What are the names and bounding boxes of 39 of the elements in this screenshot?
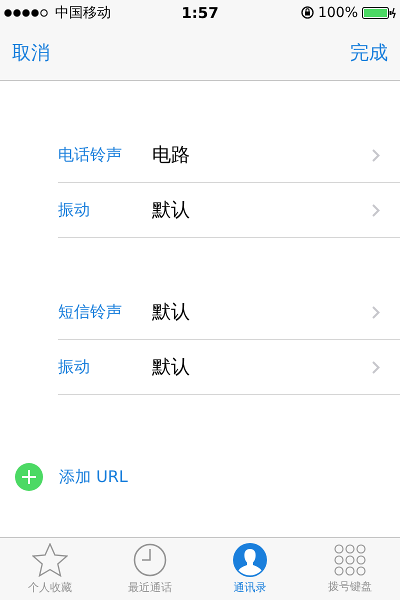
done-button[interactable]: 完成 — [348, 38, 390, 68]
signal-icon — [4, 8, 50, 16]
row-value: 电路 — [152, 143, 191, 168]
clock-icon — [133, 543, 167, 577]
row-value: 默认 — [152, 198, 191, 223]
settings-row[interactable]: 振动 默认 — [58, 183, 400, 238]
tab-label: 个人收藏 — [28, 580, 72, 595]
row-label: 振动 — [58, 356, 91, 378]
tab[interactable]: 拨号键盘 — [300, 538, 400, 600]
tab-label: 拨号键盘 — [328, 579, 372, 594]
chevron-icon — [372, 148, 380, 162]
chevron-icon — [372, 204, 380, 216]
row-value: 默认 — [152, 355, 191, 380]
battery-percent: 100% — [318, 4, 358, 20]
row-label: 短信铃声 — [58, 302, 123, 322]
row-value: 默认 — [152, 300, 191, 325]
chevron-icon — [372, 360, 380, 374]
chevron-icon — [372, 306, 380, 318]
add-icon — [15, 463, 43, 491]
add-url-label: 添加 URL — [59, 466, 128, 488]
keypad-icon — [334, 544, 366, 576]
rotation-lock-icon — [300, 6, 314, 19]
row-label: 振动 — [58, 200, 91, 220]
tab[interactable]: 个人收藏 — [0, 538, 100, 600]
status-time: 1:57 — [181, 4, 219, 22]
star-icon — [32, 543, 68, 577]
cancel-button[interactable]: 取消 — [10, 38, 52, 68]
carrier-name: 中国移动 — [55, 4, 111, 22]
tab[interactable]: 最近通话 — [100, 538, 200, 600]
person-icon — [233, 543, 267, 577]
settings-row[interactable]: 电话铃声 电路 — [58, 128, 400, 183]
tab-label: 通讯录 — [234, 580, 266, 595]
tab[interactable]: 通讯录 — [200, 538, 300, 600]
row-label: 电话铃声 — [58, 144, 123, 166]
settings-row[interactable]: 振动 默认 — [58, 340, 400, 395]
settings-row[interactable]: 短信铃声 默认 — [58, 285, 400, 340]
battery-icon — [362, 6, 396, 18]
tab-label: 最近通话 — [128, 580, 172, 595]
add-url-row[interactable]: 添加 URL — [0, 451, 400, 503]
